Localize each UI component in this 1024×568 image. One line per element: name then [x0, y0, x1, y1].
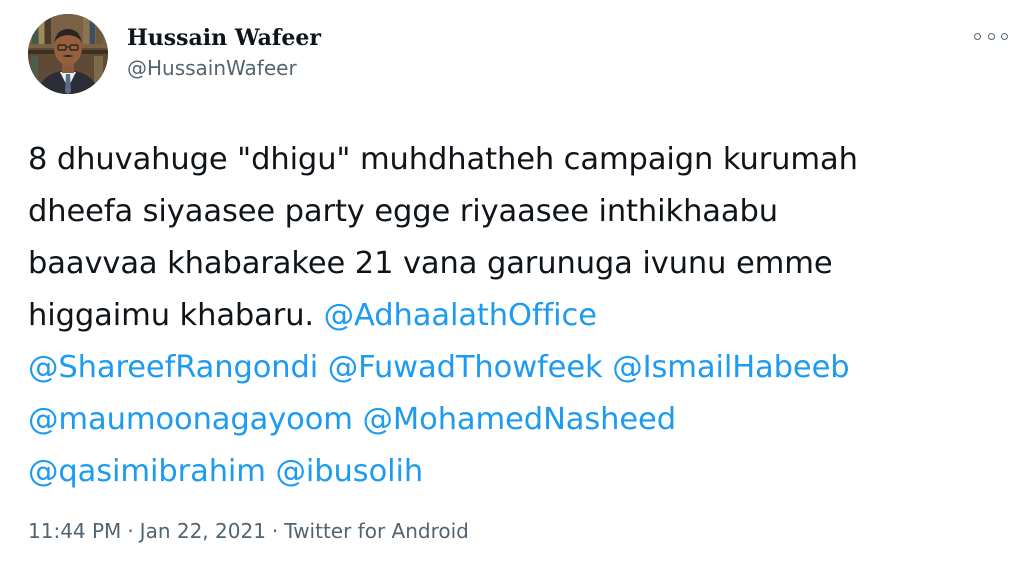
tweet-source[interactable]: Twitter for Android [284, 519, 469, 543]
mention-link[interactable]: @AdhaalathOffice [324, 298, 597, 333]
tweet-card: Hussain Wafeer @HussainWafeer 8 dhuvahug… [0, 0, 1024, 568]
author-names: Hussain Wafeer @HussainWafeer [127, 24, 321, 82]
mention-link[interactable]: @ShareefRangondi [28, 350, 318, 385]
tweet-line: baavvaa khabarakee 21 vana garunuga ivun… [28, 246, 833, 281]
mention-link[interactable]: @FuwadThowfeek [328, 350, 603, 385]
mention-link[interactable]: @IsmailHabeeb [612, 350, 849, 385]
tweet-line: 8 dhuvahuge "dhigu" muhdhatheh campaign … [28, 142, 858, 177]
mention-link[interactable]: @ibusolih [276, 454, 424, 489]
tweet-text: 8 dhuvahuge "dhigu" muhdhatheh campaign … [28, 134, 1008, 498]
mention-link[interactable]: @MohamedNasheed [363, 402, 677, 437]
author-display-name[interactable]: Hussain Wafeer [127, 24, 321, 52]
tweet-line: higgaimu khabaru. @AdhaalathOffice [28, 298, 597, 333]
avatar[interactable] [28, 14, 108, 94]
meta-separator: · [127, 519, 134, 543]
more-dot [974, 32, 981, 40]
more-horizontal-icon[interactable] [974, 28, 1008, 44]
tweet-metadata: 11:44 PM · Jan 22, 2021 · Twitter for Androi… [28, 517, 469, 545]
mention-link[interactable]: @qasimibrahim [28, 454, 266, 489]
author-handle[interactable]: @HussainWafeer [127, 54, 321, 82]
tweet-line: @maumoonagayoom @MohamedNasheed [28, 394, 1008, 446]
more-dot [1001, 32, 1008, 40]
mention-link[interactable]: @maumoonagayoom [28, 402, 353, 437]
tweet-line: dheefa siyaasee party egge riyaasee inth… [28, 194, 778, 229]
tweet-line: @qasimibrahim @ibusolih [28, 446, 1008, 498]
tweet-time[interactable]: 11:44 PM [28, 519, 121, 543]
tweet-header: Hussain Wafeer @HussainWafeer [28, 14, 1008, 98]
profile-photo-icon [28, 14, 108, 94]
tweet-line: @ShareefRangondi @FuwadThowfeek @IsmailH… [28, 342, 1008, 394]
more-dot [987, 32, 995, 40]
tweet-date[interactable]: Jan 22, 2021 [140, 519, 266, 543]
meta-separator: · [271, 519, 279, 543]
